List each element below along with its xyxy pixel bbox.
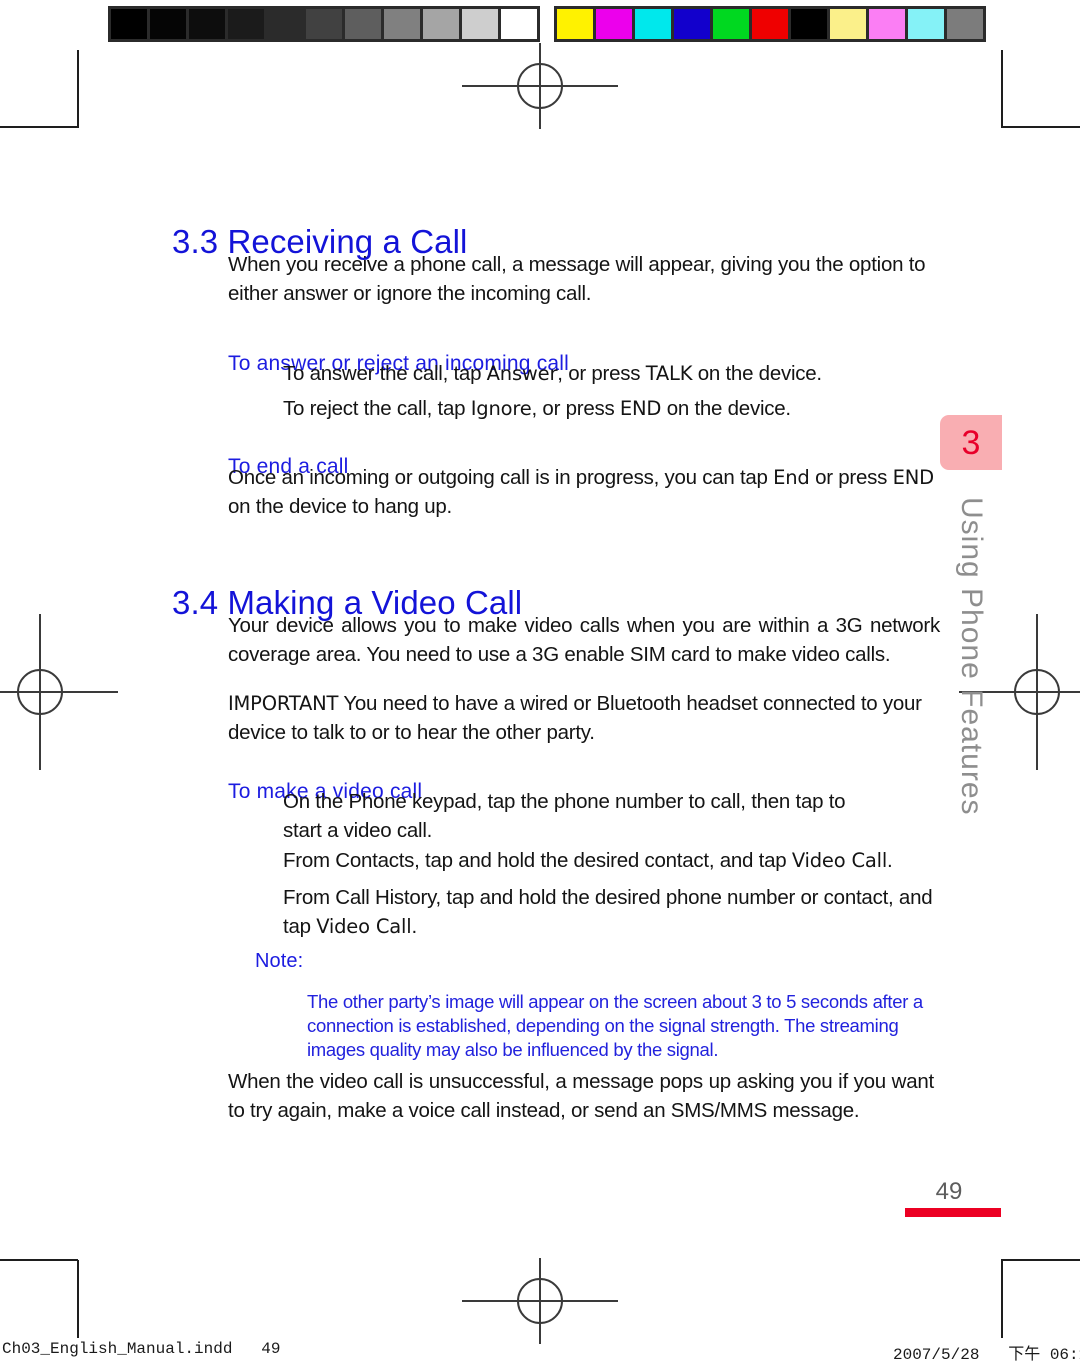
video-step-2: From Contacts, tap and hold the desired … <box>283 846 963 875</box>
ui-term-end-key-1: END <box>619 397 662 420</box>
section-3-4-intro: Your device allows you to make video cal… <box>228 614 940 666</box>
section-3-3-intro: When you receive a phone call, a message… <box>228 253 926 305</box>
chapter-tab: 3 <box>940 415 1002 470</box>
end-call-pre: Once an incoming or outgoing call is in … <box>228 466 774 489</box>
video-step-3-post: . <box>411 915 417 938</box>
chapter-number: 3 <box>961 423 981 462</box>
ui-term-answer: Answer <box>486 362 558 385</box>
answer-line-pre: To answer the call, tap <box>283 362 487 385</box>
video-step-2-post: . <box>887 849 893 872</box>
important-label: IMPORTANT <box>228 692 339 715</box>
end-call-paragraph: Once an incoming or outgoing call is in … <box>228 463 936 521</box>
answer-line-mid: , or press <box>557 362 646 385</box>
important-paragraph: IMPORTANT You need to have a wired or Bl… <box>228 689 948 747</box>
end-call-mid: or press <box>809 466 893 489</box>
answer-line-post: on the device. <box>692 362 822 385</box>
page-number-rule <box>905 1208 1001 1217</box>
ui-term-end-button: End <box>773 466 810 489</box>
ui-term-talk: TALK <box>645 362 693 385</box>
end-call-post: on the device to hang up. <box>228 495 452 518</box>
reject-line-pre: To reject the call, tap <box>283 397 471 420</box>
ui-term-ignore: Ignore <box>470 397 532 420</box>
reject-line-mid: , or press <box>531 397 620 420</box>
ui-term-video-call-1: Video Call <box>791 849 888 872</box>
footer-filename: Ch03_English_Manual.indd 49 <box>2 1340 281 1358</box>
note-label: Note: <box>255 950 304 972</box>
video-step-1: On the Phone keypad, tap the phone numbe… <box>283 790 846 842</box>
ui-term-video-call-2: Video Call <box>316 915 412 938</box>
chapter-title: Using Phone Features <box>955 497 988 816</box>
video-step-3: From Call History, tap and hold the desi… <box>283 883 943 941</box>
reject-line-post: on the device. <box>661 397 791 420</box>
page-number: 49 <box>935 1178 963 1205</box>
footer-timestamp: 2007/5/28 下午 06:16: <box>893 1346 1080 1364</box>
page-content: 3.3 Receiving a Call When you receive a … <box>0 0 1080 1364</box>
video-step-2-pre: From Contacts, tap and hold the desired … <box>283 849 792 872</box>
note-body: The other party’s image will appear on t… <box>307 991 923 1060</box>
answer-call-line: To answer the call, tap Answer, or press… <box>283 359 963 388</box>
ui-term-end-key-2: END <box>892 466 935 489</box>
reject-call-line: To reject the call, tap Ignore, or press… <box>283 394 963 423</box>
closing-paragraph: When the video call is unsuccessful, a m… <box>228 1070 934 1122</box>
